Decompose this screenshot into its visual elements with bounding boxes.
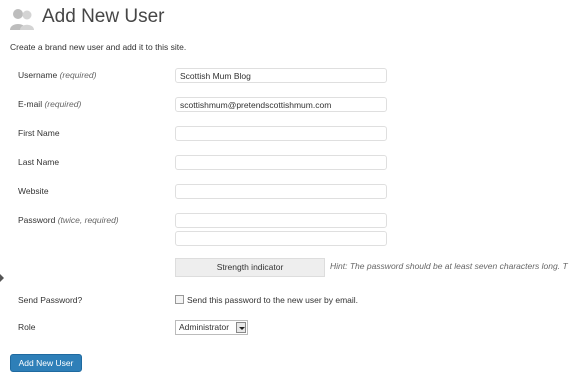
add-new-user-button[interactable]: Add New User bbox=[10, 354, 82, 372]
first-name-label: First Name bbox=[18, 128, 60, 138]
username-label: Username (required) bbox=[18, 70, 97, 80]
password-confirm-field[interactable] bbox=[175, 231, 387, 246]
role-select[interactable]: Administrator bbox=[175, 320, 248, 335]
email-field[interactable]: scottishmum@pretendscottishmum.com bbox=[175, 97, 387, 112]
page-title: Add New User bbox=[42, 6, 165, 27]
password-field[interactable] bbox=[175, 213, 387, 228]
send-password-checkbox-label[interactable]: Send this password to the new user by em… bbox=[187, 295, 358, 305]
chevron-down-icon[interactable] bbox=[236, 322, 246, 333]
email-label: E-mail (required) bbox=[18, 99, 82, 109]
collapse-arrow-icon[interactable] bbox=[0, 274, 4, 282]
send-password-label: Send Password? bbox=[18, 295, 83, 305]
role-selected-value: Administrator bbox=[179, 322, 230, 332]
intro-text: Create a brand new user and add it to th… bbox=[10, 42, 187, 52]
strength-indicator: Strength indicator bbox=[175, 258, 325, 277]
password-hint: Hint: The password should be at least se… bbox=[330, 261, 568, 271]
website-label: Website bbox=[18, 186, 49, 196]
role-label: Role bbox=[18, 322, 36, 332]
username-field[interactable]: Scottish Mum Blog bbox=[175, 68, 387, 83]
website-field[interactable] bbox=[175, 184, 387, 199]
password-label: Password (twice, required) bbox=[18, 215, 119, 225]
send-password-checkbox[interactable] bbox=[175, 295, 184, 304]
last-name-label: Last Name bbox=[18, 157, 60, 167]
first-name-field[interactable] bbox=[175, 126, 387, 141]
last-name-field[interactable] bbox=[175, 155, 387, 170]
users-icon bbox=[8, 6, 36, 32]
add-new-user-page: Add New User Create a brand new user and… bbox=[0, 0, 570, 392]
